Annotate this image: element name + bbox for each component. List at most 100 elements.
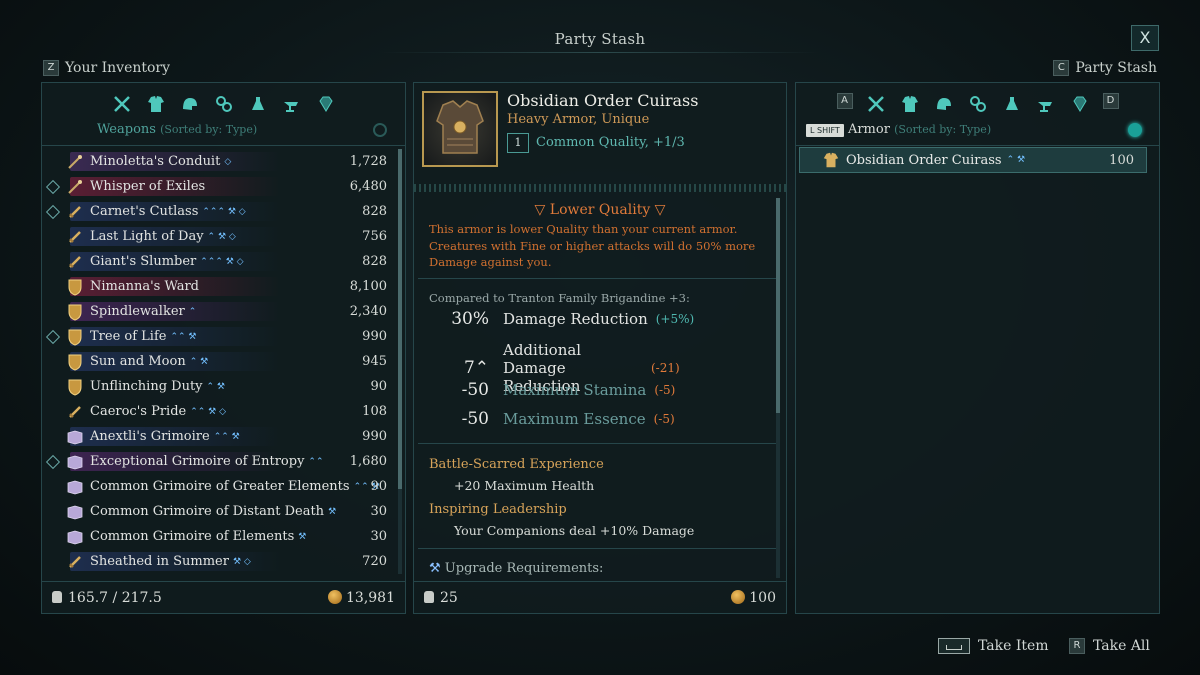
inventory-list-item[interactable]: Caeroc's Pride ⌃⌃ ⚒ ◇ 108 xyxy=(42,399,397,424)
book-icon xyxy=(66,528,84,546)
close-button[interactable]: X xyxy=(1131,25,1159,51)
item-value: 90 xyxy=(370,479,387,494)
crafting-icon[interactable] xyxy=(1035,93,1057,115)
take-item-hint[interactable]: Take Item xyxy=(938,638,1049,654)
inventory-header[interactable]: Z Your Inventory xyxy=(43,60,170,76)
armor-icon[interactable] xyxy=(145,93,167,115)
inventory-list-item[interactable]: Minoletta's Conduit ◇ 1,728 xyxy=(42,149,397,174)
item-value: 828 xyxy=(362,204,387,219)
take-item-label: Take Item xyxy=(978,638,1049,654)
item-type: Heavy Armor, Unique xyxy=(507,112,650,127)
stash-header-label: Party Stash xyxy=(1075,60,1157,76)
item-value: 945 xyxy=(362,354,387,369)
inventory-list-item[interactable]: Common Grimoire of Greater Elements ⌃⌃ ⚒ 9… xyxy=(42,474,397,499)
shield-icon xyxy=(66,303,84,321)
inventory-list-item[interactable]: Spindlewalker ⌃ 2,340 xyxy=(42,299,397,324)
shield-icon xyxy=(66,353,84,371)
wand-icon xyxy=(66,153,84,171)
stash-sort-label[interactable]: (Sorted by: Type) xyxy=(894,123,991,136)
gem-icon[interactable] xyxy=(1069,93,1091,115)
item-trait-icons: ⌃⌃⌃ ⚒ ◇ xyxy=(200,256,244,267)
detail-divider-3 xyxy=(418,548,780,549)
sword-icon xyxy=(66,228,84,246)
sword-icon xyxy=(66,253,84,271)
consumable-icon[interactable] xyxy=(1001,93,1023,115)
consumable-icon[interactable] xyxy=(247,93,269,115)
item-value: 1,680 xyxy=(349,454,387,469)
detail-gold: 100 xyxy=(731,589,776,606)
inventory-list-item[interactable]: Whisper of Exiles 6,480 xyxy=(42,174,397,199)
stat-delta: (+5%) xyxy=(655,312,695,326)
item-name: Carnet's Cutlass xyxy=(90,204,199,219)
stat-value: -50 xyxy=(461,409,489,429)
key-hint-a: A xyxy=(836,93,853,109)
inventory-list-item[interactable]: Sun and Moon ⌃ ⚒ 945 xyxy=(42,349,397,374)
inventory-scrollbar[interactable] xyxy=(398,149,402,574)
accessory-icon[interactable] xyxy=(967,93,989,115)
inventory-sort-label[interactable]: (Sorted by: Type) xyxy=(160,123,257,136)
item-trait-icons: ⚒ xyxy=(328,506,337,517)
key-hint-r: R xyxy=(1069,638,1085,654)
detail-footer: 25 100 xyxy=(414,581,786,613)
weapons-icon[interactable] xyxy=(111,93,133,115)
stash-divider xyxy=(796,145,1159,146)
item-value: 2,340 xyxy=(349,304,387,319)
inventory-list-item[interactable]: Exceptional Grimoire of Entropy ⌃⌃ 1,680 xyxy=(42,449,397,474)
compare-text: Compared to Tranton Family Brigandine +3… xyxy=(429,291,690,305)
stat-delta: (-5) xyxy=(653,412,675,426)
item-value: 30 xyxy=(370,529,387,544)
inventory-list-item[interactable]: Nimanna's Ward 8,100 xyxy=(42,274,397,299)
inventory-list-item[interactable]: Sheathed in Summer ⚒ ◇ 720 xyxy=(42,549,397,574)
detail-scroll-thumb[interactable] xyxy=(776,198,780,413)
stat-value: 30% xyxy=(451,309,489,329)
stat-value: 7⌃ xyxy=(463,358,489,378)
accessory-icon[interactable] xyxy=(213,93,235,115)
take-all-hint[interactable]: R Take All xyxy=(1069,638,1150,654)
compare-marker-icon xyxy=(45,454,61,469)
inventory-list-item[interactable]: Tree of Life ⌃⌃ ⚒ 990 xyxy=(42,324,397,349)
stash-header[interactable]: C Party Stash xyxy=(1053,60,1157,76)
helmet-icon[interactable] xyxy=(933,93,955,115)
inventory-list-item[interactable]: Giant's Slumber ⌃⌃⌃ ⚒ ◇ 828 xyxy=(42,249,397,274)
filter-icon[interactable] xyxy=(373,123,387,137)
inventory-scroll-thumb[interactable] xyxy=(398,149,402,489)
item-name: Last Light of Day xyxy=(90,229,204,244)
upgrade-requirements: ⚒ Upgrade Requirements: xyxy=(429,561,603,576)
inventory-list-item[interactable]: Last Light of Day ⌃ ⚒ ◇ 756 xyxy=(42,224,397,249)
detail-scrollbar[interactable] xyxy=(776,198,780,578)
item-value: 1,728 xyxy=(349,154,387,169)
perk-title: Battle-Scarred Experience xyxy=(429,457,604,472)
item-name: Anextli's Grimoire xyxy=(90,429,210,444)
inventory-list-item[interactable]: Unflinching Duty ⌃ ⚒ 90 xyxy=(42,374,397,399)
detail-weight: 25 xyxy=(424,590,458,606)
shield-icon xyxy=(66,278,84,296)
weapons-icon[interactable] xyxy=(865,93,887,115)
compare-marker-icon xyxy=(45,179,61,194)
inventory-item-list: Minoletta's Conduit ◇ 1,728 Whisper of Exil… xyxy=(42,149,397,581)
inventory-list-item[interactable]: Common Grimoire of Elements ⚒ 30 xyxy=(42,524,397,549)
filter-icon[interactable] xyxy=(1128,123,1142,137)
key-hint-d: D xyxy=(1102,93,1119,109)
take-all-label: Take All xyxy=(1093,638,1150,654)
weight-icon xyxy=(52,590,62,603)
lower-quality-warning: ▽ Lower Quality ▽ xyxy=(414,202,786,218)
crafting-icon[interactable] xyxy=(281,93,303,115)
item-trait-icons: ⌃ ⚒ xyxy=(1006,155,1026,165)
upgrade-label: Upgrade Requirements: xyxy=(444,561,604,576)
stash-category-row: L SHIFT Armor (Sorted by: Type) xyxy=(806,122,991,137)
stat-delta: (-21) xyxy=(651,361,680,375)
gem-icon[interactable] xyxy=(315,93,337,115)
stash-list-item[interactable]: Obsidian Order Cuirass ⌃ ⚒ 100 xyxy=(799,147,1147,173)
book-icon xyxy=(66,453,84,471)
inventory-list-item[interactable]: Anextli's Grimoire ⌃⌃ ⚒ 990 xyxy=(42,424,397,449)
armor-icon[interactable] xyxy=(899,93,921,115)
item-trait-icons: ⌃ ⚒ xyxy=(206,381,226,392)
helmet-icon[interactable] xyxy=(179,93,201,115)
item-name: Obsidian Order Cuirass xyxy=(507,91,699,110)
detail-divider-2 xyxy=(418,443,780,444)
anvil-icon: ⚒ xyxy=(429,561,441,576)
inventory-list-item[interactable]: Common Grimoire of Distant Death ⚒ 30 xyxy=(42,499,397,524)
inventory-list-item[interactable]: Carnet's Cutlass ⌃⌃⌃ ⚒ ◇ 828 xyxy=(42,199,397,224)
item-value: 720 xyxy=(362,554,387,569)
sword-icon xyxy=(66,553,84,571)
